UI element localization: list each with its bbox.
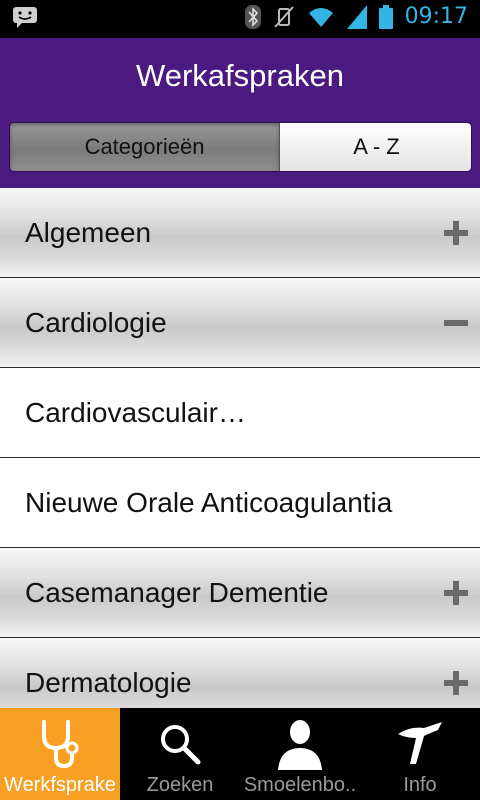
collapse-minus-icon[interactable] bbox=[444, 311, 468, 335]
list-item-label: Algemeen bbox=[25, 216, 152, 248]
list-item-label: Cardiovasculair… bbox=[25, 396, 246, 428]
expand-plus-icon[interactable] bbox=[444, 581, 468, 605]
tab-label: Info bbox=[403, 774, 437, 796]
bottom-tab-bar: Werkfsprake Zoeken Smoelenbo.. Info bbox=[0, 708, 480, 800]
tab-werkafspraken[interactable]: Werkfsprake bbox=[0, 708, 120, 800]
segment-a-z[interactable]: A - Z bbox=[280, 123, 471, 171]
list-item-dermatologie[interactable]: Dermatologie bbox=[0, 638, 480, 708]
battery-icon bbox=[378, 4, 393, 29]
search-icon bbox=[120, 716, 240, 772]
list-item-algemeen[interactable]: Algemeen bbox=[0, 188, 480, 278]
list-item-noac[interactable]: Nieuwe Orale Anticoagulantia bbox=[0, 458, 480, 548]
list-item-label: Cardiologie bbox=[25, 306, 167, 338]
signal-icon bbox=[346, 4, 367, 29]
info-icon bbox=[360, 716, 480, 772]
page-title: Werkafspraken bbox=[136, 58, 344, 93]
stethoscope-icon bbox=[0, 716, 120, 772]
list-item-casemanager-dementie[interactable]: Casemanager Dementie bbox=[0, 548, 480, 638]
segment-categories[interactable]: Categorieën bbox=[10, 123, 280, 171]
tab-smoelenboek[interactable]: Smoelenbo.. bbox=[240, 708, 360, 800]
list-item-label: Nieuwe Orale Anticoagulantia bbox=[25, 486, 393, 518]
person-icon bbox=[240, 716, 360, 772]
category-list: Algemeen Cardiologie Cardiovasculair… Ni… bbox=[0, 188, 480, 708]
app-header: Werkafspraken Categorieën A - Z bbox=[0, 38, 480, 188]
bluetooth-icon bbox=[244, 4, 261, 29]
vibrate-off-icon bbox=[273, 5, 295, 29]
wifi-icon bbox=[307, 6, 335, 28]
tab-info[interactable]: Info bbox=[360, 708, 480, 800]
list-item-cardiovasculair[interactable]: Cardiovasculair… bbox=[0, 368, 480, 458]
tab-label: Werkfsprake bbox=[4, 774, 116, 796]
expand-plus-icon[interactable] bbox=[444, 221, 468, 245]
tab-label: Zoeken bbox=[146, 774, 214, 796]
tab-zoeken[interactable]: Zoeken bbox=[120, 708, 240, 800]
message-notification-icon bbox=[12, 6, 38, 28]
status-bar: 09:17 bbox=[0, 0, 480, 38]
view-segmented-control: Categorieën A - Z bbox=[9, 122, 472, 172]
list-item-cardiologie[interactable]: Cardiologie bbox=[0, 278, 480, 368]
system-icons: 09:17 bbox=[244, 4, 468, 29]
expand-plus-icon[interactable] bbox=[444, 671, 468, 695]
notification-area bbox=[12, 6, 38, 28]
tab-label: Smoelenbo.. bbox=[243, 774, 357, 796]
list-item-label: Casemanager Dementie bbox=[25, 576, 329, 608]
list-item-label: Dermatologie bbox=[25, 666, 192, 698]
clock: 09:17 bbox=[404, 4, 468, 29]
